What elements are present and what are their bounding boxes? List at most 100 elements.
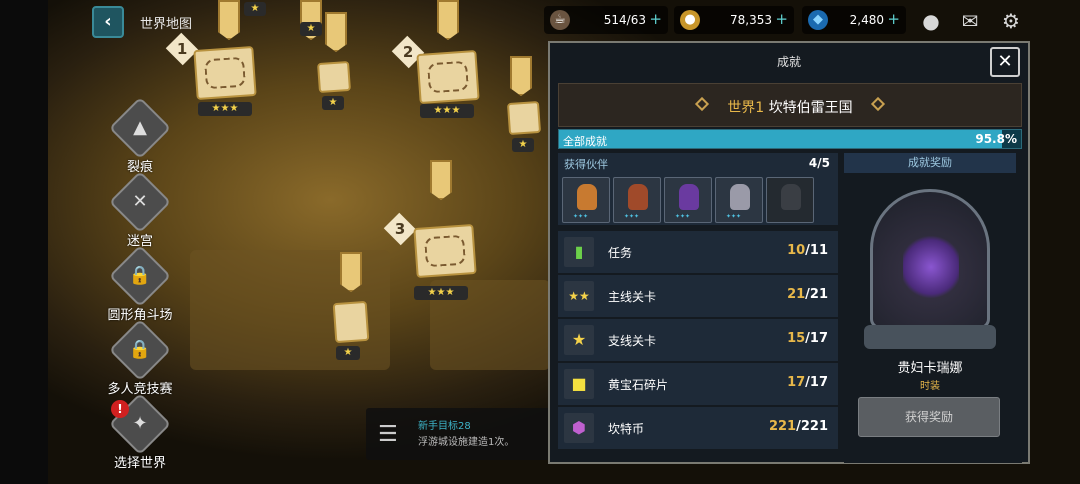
achievement-row-quests[interactable]: ▮ 任务 10/11 <box>558 231 838 273</box>
menu-icon[interactable]: ☰ <box>378 422 398 447</box>
stamina-value: 514/63 <box>603 13 646 27</box>
stage-banner <box>510 56 532 96</box>
mail-icon[interactable]: ✉ <box>955 6 985 36</box>
reward-header: 成就奖励 <box>844 153 1016 173</box>
progress-fill <box>559 130 1002 148</box>
companion-avatar[interactable]: ✦✦✦ <box>664 177 712 223</box>
companions-section: 获得伙伴 4/5 ✦✦✦ ✦✦✦ ✦✦✦ ✦✦✦ <box>558 153 838 225</box>
quest-tracker[interactable]: ☰ 新手目标28 浮游城设施建造1次。 <box>366 408 556 460</box>
back-button[interactable]: ‹ <box>92 6 124 38</box>
claim-reward-button[interactable]: 获得奖励 <box>858 397 1000 437</box>
gold-counter[interactable]: ● 78,353 + <box>674 6 794 34</box>
world-header: 世界1 坎特伯雷王国 <box>558 83 1022 127</box>
row-total: /221 <box>796 419 828 434</box>
achievement-row-side-stages[interactable]: ★ 支线关卡 15/17 <box>558 319 838 361</box>
crossed-axes-icon: ✕ <box>108 170 172 234</box>
stage-star: ★ <box>244 2 266 16</box>
stage-node-3[interactable] <box>413 223 477 279</box>
sidebar-item-label: 选择世界 <box>113 456 166 471</box>
achievement-row-kanterbury-coins[interactable]: ⬢ 坎特币 221/221 <box>558 407 838 449</box>
gold-value: 78,353 <box>730 13 772 27</box>
row-total: /11 <box>805 243 828 258</box>
gem-counter[interactable]: ◆ 2,480 + <box>802 6 906 34</box>
companion-avatar-locked[interactable] <box>766 177 814 223</box>
companion-avatar[interactable]: ✦✦✦ <box>562 177 610 223</box>
companion-avatar[interactable]: ✦✦✦ <box>613 177 661 223</box>
row-label: 支线关卡 <box>608 334 657 348</box>
reward-section: 贵妇卡瑞娜 时装 获得奖励 <box>844 175 1022 463</box>
row-count: 10 <box>787 243 806 258</box>
stage-stars: ★★★ <box>420 104 474 118</box>
row-count: 17 <box>787 375 806 390</box>
companions-count: 4/5 <box>808 156 830 170</box>
row-total: /17 <box>805 375 828 390</box>
world-name: 坎特伯雷王国 <box>768 100 853 116</box>
stage-banner <box>218 0 240 40</box>
add-gold-icon[interactable]: + <box>775 10 788 28</box>
row-total: /21 <box>805 287 828 302</box>
stage-star: ★ <box>322 96 344 110</box>
triple-star-icon: ★★ <box>564 281 594 311</box>
reward-display-dome <box>870 189 990 329</box>
gear-icon[interactable]: ⚙ <box>996 6 1026 36</box>
stage-banner <box>430 160 452 200</box>
add-stamina-icon[interactable]: + <box>649 10 662 28</box>
stage-stars: ★★★ <box>414 286 468 300</box>
alert-badge: ! <box>111 400 129 418</box>
stage-node-2[interactable] <box>416 49 480 105</box>
quest-description: 浮游城设施建造1次。 <box>418 437 515 448</box>
achievement-row-gem-shards[interactable]: ■ 黄宝石碎片 17/17 <box>558 363 838 405</box>
reward-type: 时装 <box>920 381 940 392</box>
row-count: 221 <box>768 419 797 434</box>
add-gem-icon[interactable]: + <box>887 10 900 28</box>
close-icon: ✕ <box>997 51 1013 72</box>
stage-number: 3 <box>383 212 417 246</box>
sidebar-item-arena[interactable]: 🔒 圆形角斗场 <box>100 244 180 323</box>
chevron-left-icon: ‹ <box>104 11 112 32</box>
total-progress-bar: 全部成就 95.8% <box>558 129 1022 149</box>
sidebar-item-labyrinth[interactable]: ✕ 迷宫 <box>100 170 180 249</box>
bookmark-icon: ▮ <box>564 237 594 267</box>
reward-name: 贵妇卡瑞娜 <box>897 361 963 376</box>
stage-star: ★ <box>336 346 360 360</box>
chat-icon[interactable]: ● <box>916 6 946 36</box>
achievement-panel: 成就 ✕ 世界1 坎特伯雷王国 全部成就 95.8% 获得伙伴 4/5 ✦✦✦ … <box>548 41 1030 464</box>
sidebar-item-pvp[interactable]: 🔒 多人竞技赛 <box>100 318 180 397</box>
locked-arena-icon: 🔒 <box>108 244 172 308</box>
companion-avatar[interactable]: ✦✦✦ <box>715 177 763 223</box>
stage-star: ★ <box>300 22 322 36</box>
stage-banner <box>325 12 347 52</box>
world-label: 世界1 <box>727 100 765 116</box>
progress-value: 95.8% <box>975 132 1017 146</box>
stage-stars: ★★★ <box>198 102 252 116</box>
side-stage-node[interactable] <box>332 300 370 344</box>
sidebar-item-rift[interactable]: ▲ 裂痕 <box>100 96 180 175</box>
locked-pvp-icon: 🔒 <box>108 318 172 382</box>
stage-star: ★ <box>512 138 534 152</box>
stage-node-1[interactable] <box>193 45 257 101</box>
stage-banner <box>340 252 362 292</box>
gem-value: 2,480 <box>849 13 884 27</box>
companions-label: 获得伙伴 <box>564 158 608 171</box>
side-stage-node[interactable] <box>316 60 352 94</box>
page-title: 世界地图 <box>140 17 193 32</box>
coin-icon: ● <box>680 10 700 30</box>
dome-base <box>864 325 996 349</box>
yellow-gem-icon: ■ <box>564 369 594 399</box>
row-label: 任务 <box>608 246 633 260</box>
row-total: /17 <box>805 331 828 346</box>
achievement-row-main-stages[interactable]: ★★ 主线关卡 21/21 <box>558 275 838 317</box>
side-stage-node[interactable] <box>506 100 542 136</box>
row-label: 坎特币 <box>608 422 645 436</box>
row-count: 15 <box>787 331 806 346</box>
progress-label: 全部成就 <box>563 135 607 148</box>
stamina-counter[interactable]: ☕ 514/63 + <box>544 6 668 34</box>
rift-icon: ▲ <box>108 96 172 160</box>
quest-title: 新手目标28 <box>418 421 471 432</box>
costume-character-image <box>903 232 959 302</box>
stage-banner <box>437 0 459 40</box>
row-count: 21 <box>787 287 806 302</box>
row-label: 黄宝石碎片 <box>608 378 669 392</box>
close-button[interactable]: ✕ <box>990 47 1020 77</box>
row-label: 主线关卡 <box>608 290 657 304</box>
